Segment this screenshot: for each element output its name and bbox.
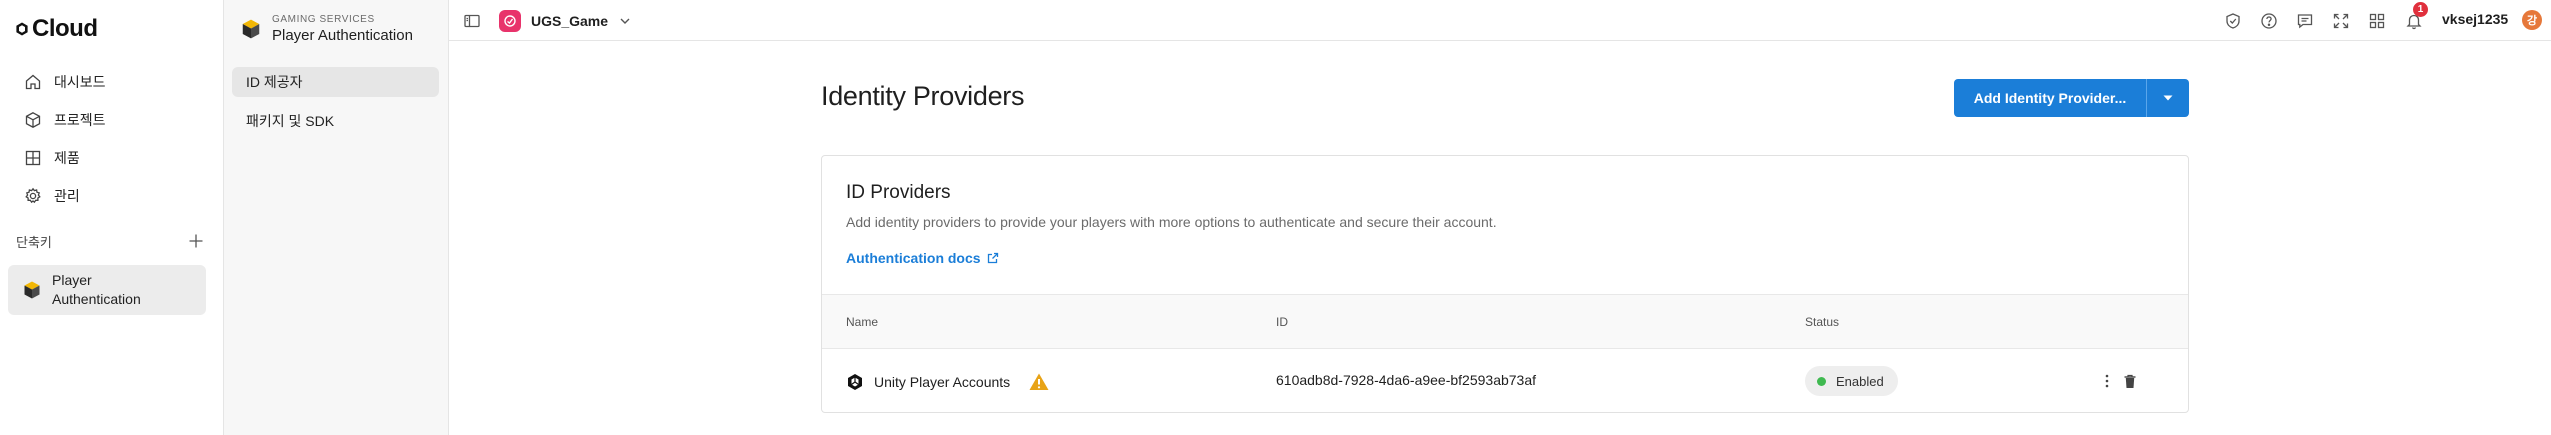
shortcut-label: Player Authentication — [52, 272, 141, 307]
add-provider-dropdown-button[interactable] — [2147, 79, 2189, 117]
home-icon — [25, 74, 41, 90]
shortcuts-heading: 단축키 — [16, 235, 52, 250]
trash-icon — [2124, 374, 2136, 388]
gear-icon — [25, 187, 41, 204]
cloud-logo[interactable]: Cloud — [15, 14, 98, 44]
card-description: Add identity providers to provide your p… — [846, 214, 1497, 230]
service-nav-label: ID 제공자 — [246, 74, 303, 90]
add-identity-provider-split-button: Add Identity Provider... — [1954, 79, 2189, 117]
add-shortcut-button[interactable] — [185, 230, 207, 252]
project-avatar-icon — [499, 10, 521, 32]
external-link-icon — [987, 252, 998, 264]
unity-logo-icon — [16, 22, 28, 36]
shield-icon — [2226, 13, 2240, 29]
docs-link-label: Authentication docs — [846, 250, 981, 266]
add-identity-provider-button[interactable]: Add Identity Provider... — [1954, 79, 2146, 117]
service-nav-id-providers[interactable]: ID 제공자 — [232, 67, 439, 97]
unity-logo-icon — [848, 374, 862, 390]
table-header: Name ID Status — [822, 294, 2188, 349]
nav-item-label: 대시보드 — [54, 74, 106, 90]
page-title: Identity Providers — [821, 81, 1025, 111]
fullscreen-button[interactable] — [2330, 10, 2352, 32]
username[interactable]: vksej1235 — [2442, 11, 2508, 27]
service-panel: GAMING SERVICES Player Authentication ID… — [224, 0, 449, 435]
row-delete-button[interactable] — [2118, 369, 2142, 393]
service-nav-label: 패키지 및 SDK — [246, 113, 335, 129]
service-category: GAMING SERVICES — [272, 14, 375, 25]
help-button[interactable] — [2258, 10, 2280, 32]
nav-item-label: 제품 — [54, 150, 80, 166]
table-row[interactable]: Unity Player Accounts 610adb8d-7928-4da6… — [822, 349, 2188, 412]
column-header-id: ID — [1276, 315, 1288, 329]
chevron-down-icon — [620, 18, 630, 24]
provider-name-cell: Unity Player Accounts — [846, 372, 1050, 392]
service-nav-packages-sdk[interactable]: 패키지 및 SDK — [232, 106, 439, 136]
service-header: GAMING SERVICES Player Authentication — [240, 14, 413, 44]
nav-item-label: 프로젝트 — [54, 112, 106, 128]
id-providers-card: ID Providers Add identity providers to p… — [821, 155, 2189, 413]
sidebar-toggle-icon — [464, 14, 480, 28]
authentication-docs-link[interactable]: Authentication docs — [846, 250, 999, 266]
player-auth-icon — [242, 19, 260, 39]
project-name: UGS_Game — [531, 13, 609, 29]
column-header-status: Status — [1805, 315, 1840, 329]
status-label: Enabled — [1836, 373, 1884, 389]
column-header-name: Name — [846, 315, 879, 329]
row-more-button[interactable] — [2095, 369, 2119, 393]
nav-item-admin[interactable]: 관리 — [10, 180, 206, 212]
more-vertical-icon — [2105, 374, 2109, 388]
cube-icon — [25, 112, 41, 128]
security-button[interactable] — [2222, 10, 2244, 32]
plus-icon — [189, 234, 203, 248]
logo-text: Cloud — [32, 15, 98, 42]
apps-icon — [2369, 13, 2385, 29]
status-badge: Enabled — [1805, 366, 1898, 396]
feedback-icon — [2297, 14, 2313, 29]
notification-count-badge: 1 — [2413, 2, 2428, 17]
nav-item-products[interactable]: 제품 — [10, 142, 206, 174]
provider-id-cell: 610adb8d-7928-4da6-a9ee-bf2593ab73af — [1276, 372, 1536, 388]
shortcut-player-authentication[interactable]: Player Authentication — [8, 265, 206, 315]
apps-button[interactable] — [2366, 10, 2388, 32]
left-navigation: Cloud 대시보드 프로젝트 제품 관리 단축키 Player Authent… — [0, 0, 224, 435]
service-title: Player Authentication — [272, 27, 413, 44]
caret-down-icon — [2163, 95, 2173, 101]
player-auth-icon — [24, 281, 40, 299]
status-dot-icon — [1817, 376, 1826, 386]
feedback-button[interactable] — [2294, 10, 2316, 32]
nav-item-dashboard[interactable]: 대시보드 — [10, 66, 206, 98]
card-title: ID Providers — [846, 182, 951, 203]
provider-id: 610adb8d-7928-4da6-a9ee-bf2593ab73af — [1276, 372, 1537, 388]
nav-item-label: 관리 — [54, 188, 80, 204]
project-selector[interactable]: UGS_Game — [499, 9, 632, 33]
avatar[interactable]: 강 — [2522, 10, 2542, 30]
help-icon — [2261, 13, 2277, 29]
nav-item-projects[interactable]: 프로젝트 — [10, 104, 206, 136]
sidebar-toggle-button[interactable] — [461, 10, 483, 32]
fullscreen-icon — [2333, 13, 2349, 29]
provider-name: Unity Player Accounts — [874, 374, 1011, 390]
grid-icon — [25, 150, 41, 166]
warning-icon[interactable] — [1028, 372, 1050, 392]
